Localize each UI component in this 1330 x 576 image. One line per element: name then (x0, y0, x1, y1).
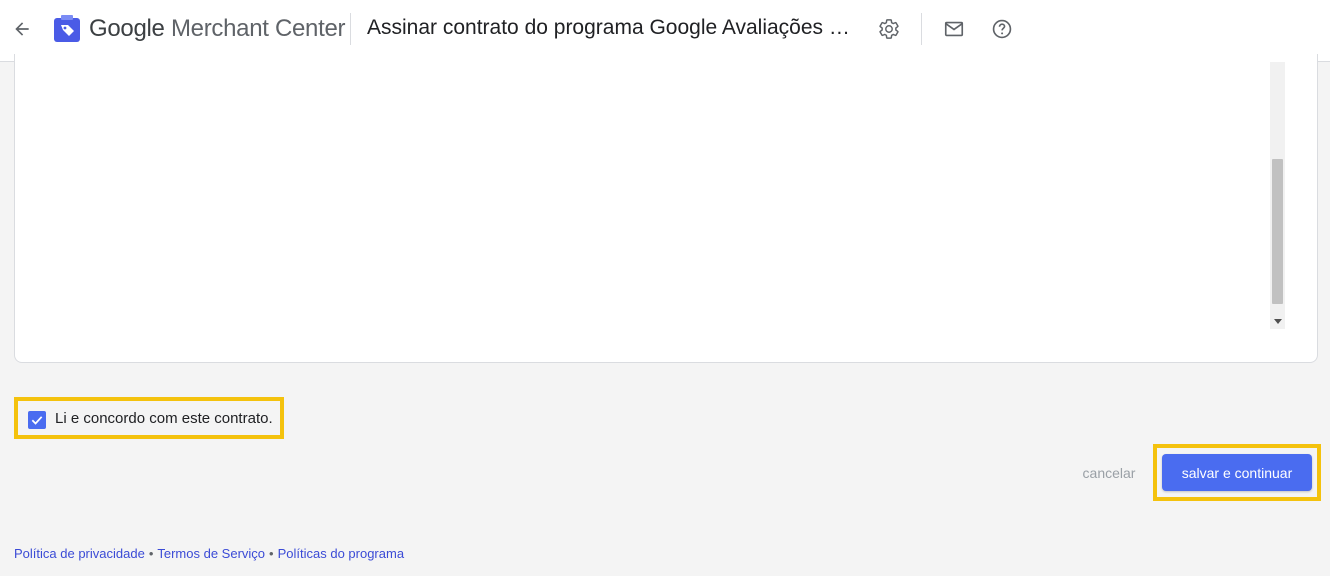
help-button[interactable] (988, 15, 1016, 43)
agreement-checkbox[interactable] (28, 411, 46, 429)
settings-button[interactable] (875, 15, 903, 43)
header-divider (350, 13, 351, 45)
triangle-down-icon (1273, 318, 1282, 324)
footer-separator: • (148, 546, 154, 561)
footer-separator: • (269, 546, 274, 561)
scroll-down-button[interactable] (1270, 313, 1285, 329)
program-policies-link[interactable]: Políticas do programa (278, 546, 404, 561)
notifications-button[interactable] (940, 15, 968, 43)
agreement-label[interactable]: Li e concordo com este contrato. (55, 410, 273, 427)
privacy-policy-link[interactable]: Política de privacidade (14, 546, 145, 561)
top-app-bar: Google Merchant Center Assinar contrato … (0, 0, 1330, 62)
mail-icon (944, 21, 964, 37)
cancel-button[interactable]: cancelar (1065, 460, 1153, 486)
back-button[interactable] (8, 15, 36, 43)
contract-text-panel (14, 54, 1318, 363)
merchant-center-logo[interactable] (53, 15, 81, 43)
arrow-back-icon (15, 22, 29, 36)
brand-name: Google Merchant Center (89, 15, 346, 43)
terms-of-service-link[interactable]: Termos de Serviço (157, 546, 265, 561)
help-icon (992, 19, 1012, 39)
header-divider (921, 13, 922, 45)
page-title: Assinar contrato do programa Google Aval… (367, 16, 857, 39)
brand-product: Merchant Center (170, 15, 346, 42)
checkmark-icon (31, 416, 43, 425)
agreement-highlight: Li e concordo com este contrato. (14, 397, 284, 439)
gear-icon (879, 19, 899, 39)
footer-links: Política de privacidade • Termos de Serviç… (14, 546, 404, 561)
scrollbar-thumb[interactable] (1272, 159, 1283, 304)
brand-google: Google (89, 15, 165, 42)
save-and-continue-button[interactable]: salvar e continuar (1162, 454, 1312, 491)
